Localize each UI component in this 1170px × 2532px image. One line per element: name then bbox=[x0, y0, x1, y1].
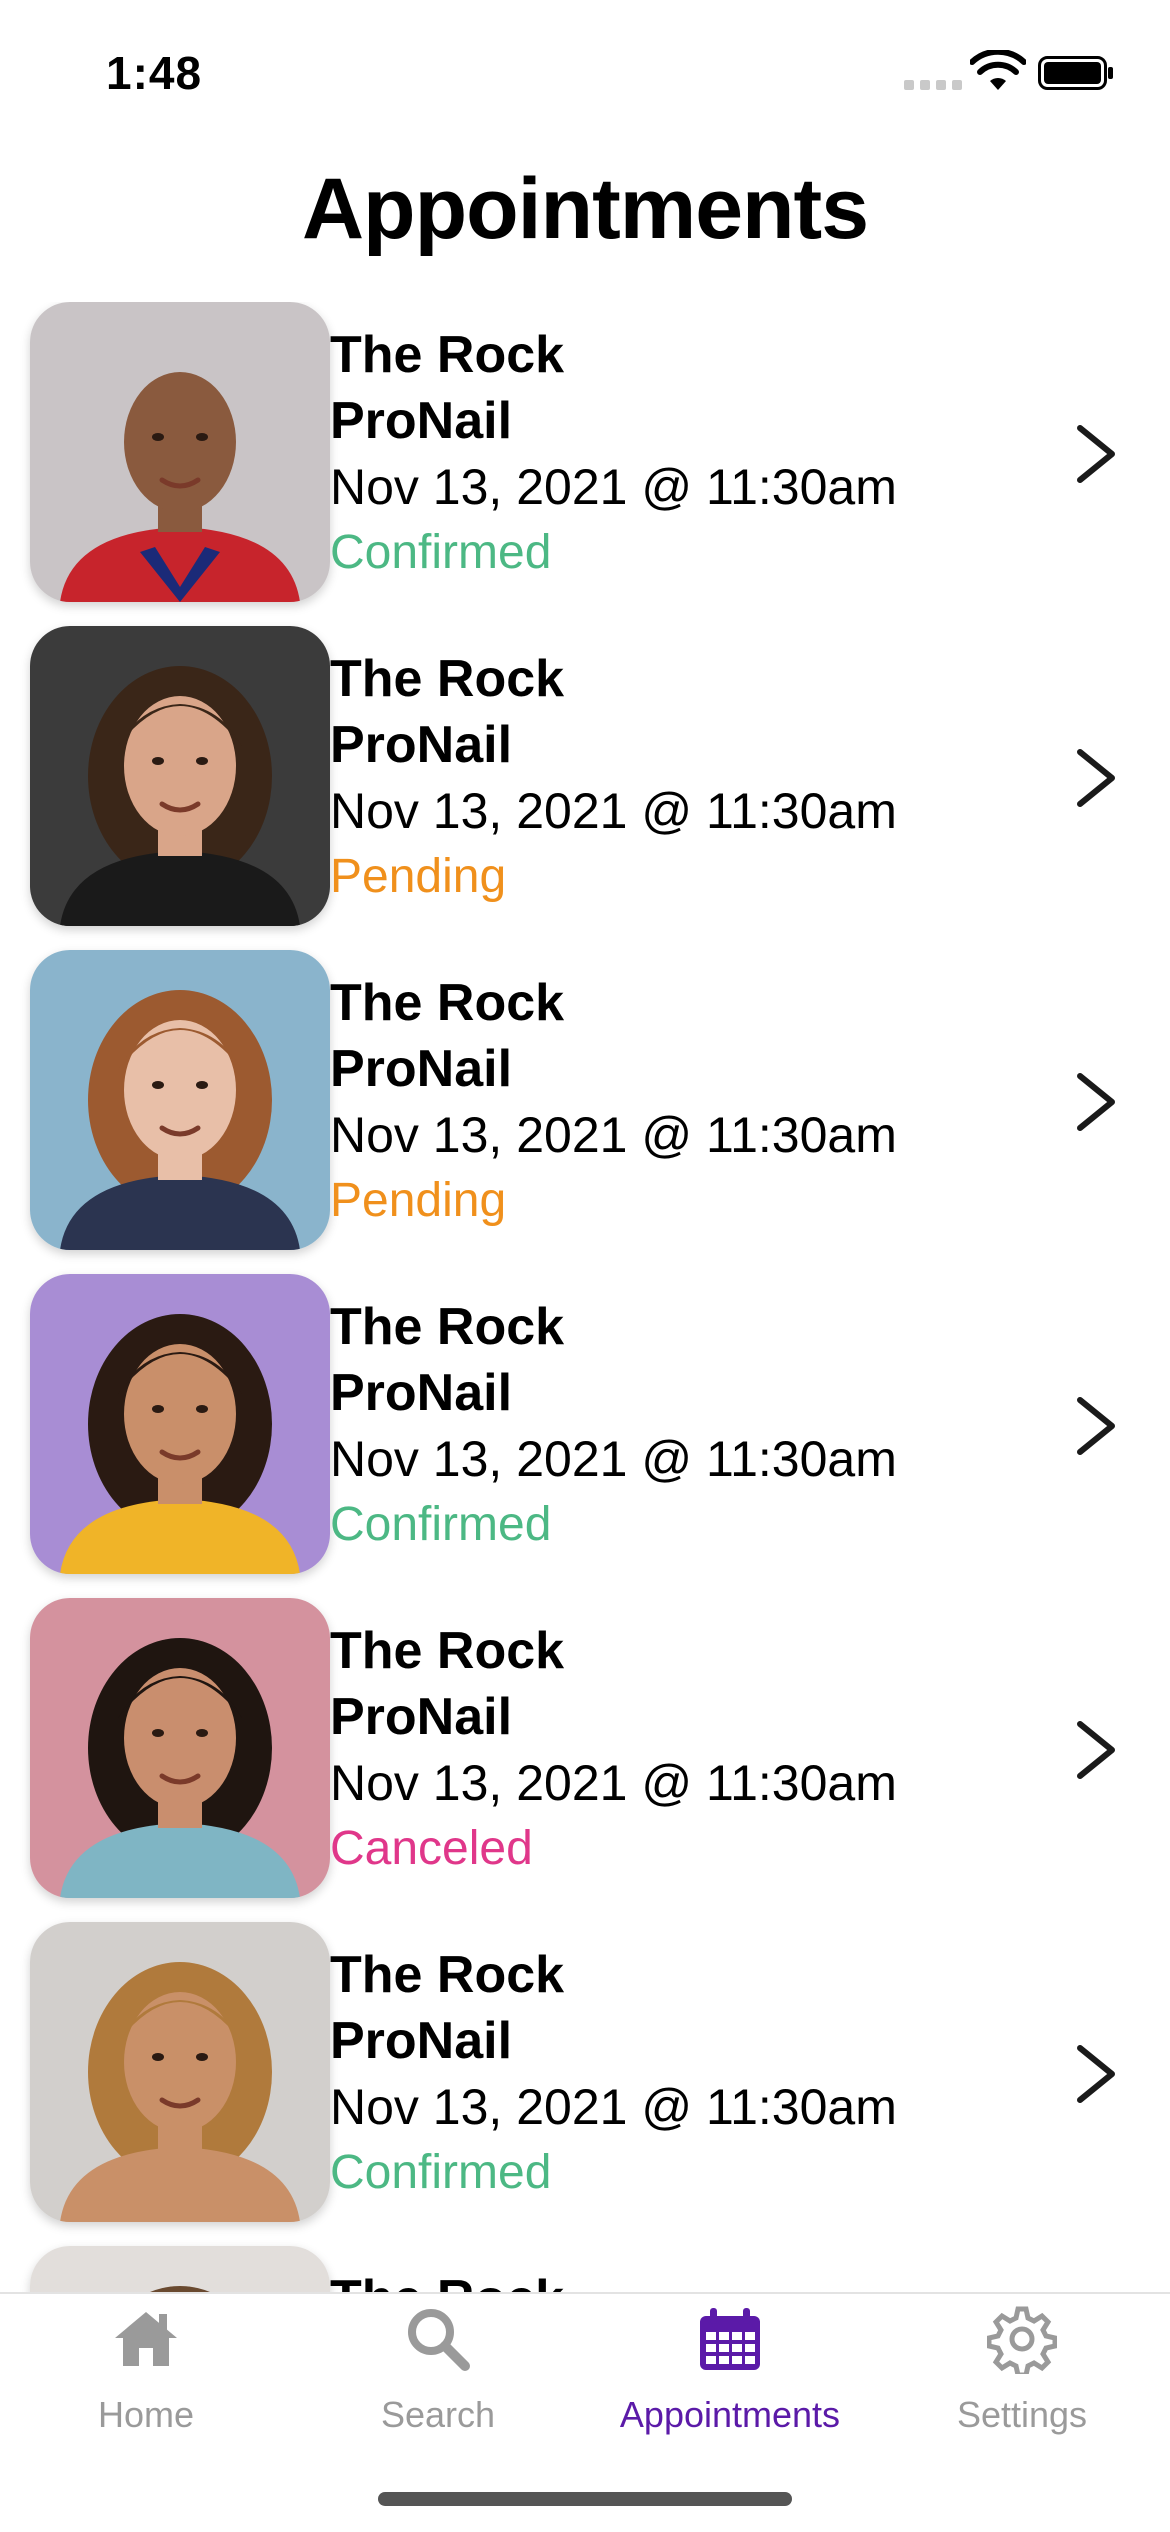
client-name: The Rock bbox=[330, 1298, 565, 1356]
cellular-signal-icon bbox=[904, 80, 962, 90]
chevron-right-icon[interactable] bbox=[1072, 746, 1120, 810]
tab-appointments[interactable]: Appointments bbox=[584, 2294, 876, 2454]
status-label: Pending bbox=[330, 850, 507, 903]
page-title: Appointments bbox=[301, 161, 869, 257]
status-time: 1:48 bbox=[106, 47, 203, 99]
wifi-icon bbox=[970, 50, 1026, 90]
chevron-right-icon[interactable] bbox=[1072, 1394, 1120, 1458]
chevron-right-icon[interactable] bbox=[1072, 2042, 1120, 2106]
appointment-row[interactable]: The Rock ProNail Nov 13, 2021 @ 11:30am … bbox=[0, 302, 1170, 626]
client-name: The Rock bbox=[330, 650, 565, 708]
tab-label: Appointments bbox=[619, 2394, 841, 2435]
tab-home[interactable]: Home bbox=[0, 2294, 292, 2454]
appointment-details: The Rock ProNail Nov 13, 2021 @ 11:30am … bbox=[330, 1942, 897, 2206]
appointment-datetime: Nov 13, 2021 @ 11:30am bbox=[330, 1755, 897, 1811]
appointment-datetime: Nov 13, 2021 @ 11:30am bbox=[330, 783, 897, 839]
avatar bbox=[30, 302, 330, 602]
status-label: Confirmed bbox=[330, 526, 552, 579]
service-name: ProNail bbox=[330, 2012, 513, 2070]
appointment-details: The Rock ProNail Nov 13, 2021 @ 11:30am … bbox=[330, 646, 897, 910]
avatar bbox=[30, 626, 330, 926]
service-name: ProNail bbox=[330, 1688, 513, 1746]
calendar-icon bbox=[700, 2308, 760, 2370]
appointment-details: The Rock ProNail Nov 13, 2021 @ 11:30am … bbox=[330, 1618, 897, 1882]
appointment-details: The Rock ProNail Nov 13, 2021 @ 11:30am … bbox=[330, 322, 897, 586]
avatar bbox=[30, 1598, 330, 1898]
appointment-datetime: Nov 13, 2021 @ 11:30am bbox=[330, 459, 897, 515]
appointment-details: The Rock bbox=[330, 2266, 564, 2292]
avatar bbox=[30, 2246, 330, 2292]
screen: 1:48 Appointments The Rock ProNail Nov 1… bbox=[0, 0, 1170, 2532]
client-name: The Rock bbox=[330, 2266, 564, 2292]
appointment-row[interactable]: The Rock bbox=[0, 2246, 1170, 2292]
service-name: ProNail bbox=[330, 1364, 513, 1422]
tab-label: Home bbox=[97, 2394, 195, 2435]
avatar bbox=[30, 1922, 330, 2222]
tab-search[interactable]: Search bbox=[292, 2294, 584, 2454]
home-icon bbox=[115, 2312, 177, 2366]
search-icon bbox=[408, 2309, 470, 2371]
status-label: Confirmed bbox=[330, 2146, 552, 2199]
appointment-details: The Rock ProNail Nov 13, 2021 @ 11:30am … bbox=[330, 1294, 897, 1558]
client-name: The Rock bbox=[330, 1946, 565, 2004]
service-name: ProNail bbox=[330, 392, 513, 450]
client-name: The Rock bbox=[330, 326, 565, 384]
client-name: The Rock bbox=[330, 974, 565, 1032]
gear-icon bbox=[987, 2306, 1057, 2374]
appointment-row[interactable]: The Rock ProNail Nov 13, 2021 @ 11:30am … bbox=[0, 950, 1170, 1274]
appointment-row[interactable]: The Rock ProNail Nov 13, 2021 @ 11:30am … bbox=[0, 1598, 1170, 1922]
battery-icon bbox=[1038, 56, 1113, 90]
appointment-row[interactable]: The Rock ProNail Nov 13, 2021 @ 11:30am … bbox=[0, 1274, 1170, 1598]
avatar bbox=[30, 1274, 330, 1574]
status-label: Pending bbox=[330, 1174, 507, 1227]
appointment-datetime: Nov 13, 2021 @ 11:30am bbox=[330, 2079, 897, 2135]
client-name: The Rock bbox=[330, 1622, 565, 1680]
home-indicator bbox=[378, 2492, 792, 2506]
status-label: Canceled bbox=[330, 1822, 533, 1875]
status-label: Confirmed bbox=[330, 1498, 552, 1551]
appointment-datetime: Nov 13, 2021 @ 11:30am bbox=[330, 1107, 897, 1163]
tab-label: Search bbox=[380, 2394, 496, 2435]
avatar bbox=[30, 950, 330, 1250]
appointment-row[interactable]: The Rock ProNail Nov 13, 2021 @ 11:30am … bbox=[0, 1922, 1170, 2246]
appointments-list[interactable]: The Rock ProNail Nov 13, 2021 @ 11:30am … bbox=[0, 302, 1170, 2292]
tab-settings[interactable]: Settings bbox=[876, 2294, 1168, 2454]
service-name: ProNail bbox=[330, 1040, 513, 1098]
appointment-datetime: Nov 13, 2021 @ 11:30am bbox=[330, 1431, 897, 1487]
status-bar: 1:48 bbox=[0, 0, 1170, 150]
appointment-row[interactable]: The Rock ProNail Nov 13, 2021 @ 11:30am … bbox=[0, 626, 1170, 950]
chevron-right-icon[interactable] bbox=[1072, 422, 1120, 486]
chevron-right-icon[interactable] bbox=[1072, 1070, 1120, 1134]
tab-label: Settings bbox=[956, 2394, 1088, 2435]
appointment-details: The Rock ProNail Nov 13, 2021 @ 11:30am … bbox=[330, 970, 897, 1234]
chevron-right-icon[interactable] bbox=[1072, 1718, 1120, 1782]
service-name: ProNail bbox=[330, 716, 513, 774]
